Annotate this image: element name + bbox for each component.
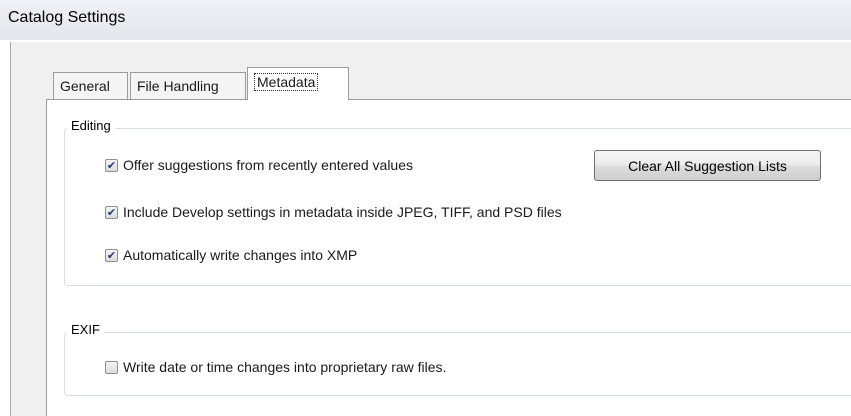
tab-metadata[interactable]: Metadata (247, 67, 349, 100)
tab-general-label: General (60, 78, 110, 94)
tab-general[interactable]: General (53, 72, 128, 99)
auto-write-xmp-label: Automatically write changes into XMP (123, 247, 358, 263)
auto-write-xmp-checkbox[interactable]: ✔ (105, 248, 118, 262)
offer-suggestions-label: Offer suggestions from recently entered … (123, 157, 414, 173)
tab-file-handling[interactable]: File Handling (130, 72, 246, 99)
write-date-time-label: Write date or time changes into propriet… (123, 359, 447, 375)
checkmark-icon: ✔ (106, 158, 117, 172)
offer-suggestions-option[interactable]: ✔ Offer suggestions from recently entere… (105, 155, 413, 175)
offer-suggestions-checkbox[interactable]: ✔ (105, 158, 118, 172)
include-develop-settings-option[interactable]: ✔ Include Develop settings in metadata i… (105, 202, 562, 222)
write-date-time-checkbox[interactable] (105, 360, 118, 374)
include-develop-settings-checkbox[interactable]: ✔ (105, 205, 118, 219)
checkmark-icon: ✔ (106, 248, 117, 262)
tab-file-handling-label: File Handling (137, 78, 219, 94)
window-title: Catalog Settings (8, 9, 126, 26)
metadata-tab-panel: Editing ✔ Offer suggestions from recentl… (46, 99, 851, 416)
editing-group-label: Editing (67, 118, 115, 133)
exif-group-label: EXIF (67, 322, 104, 337)
tab-metadata-label: Metadata (254, 73, 319, 91)
write-date-time-option[interactable]: Write date or time changes into propriet… (105, 357, 446, 377)
checkmark-icon: ✔ (106, 205, 117, 219)
auto-write-xmp-option[interactable]: ✔ Automatically write changes into XMP (105, 245, 357, 265)
include-develop-settings-label: Include Develop settings in metadata ins… (123, 204, 562, 220)
title-bar: Catalog Settings (0, 0, 851, 40)
clear-all-suggestion-lists-button[interactable]: Clear All Suggestion Lists (594, 150, 821, 181)
